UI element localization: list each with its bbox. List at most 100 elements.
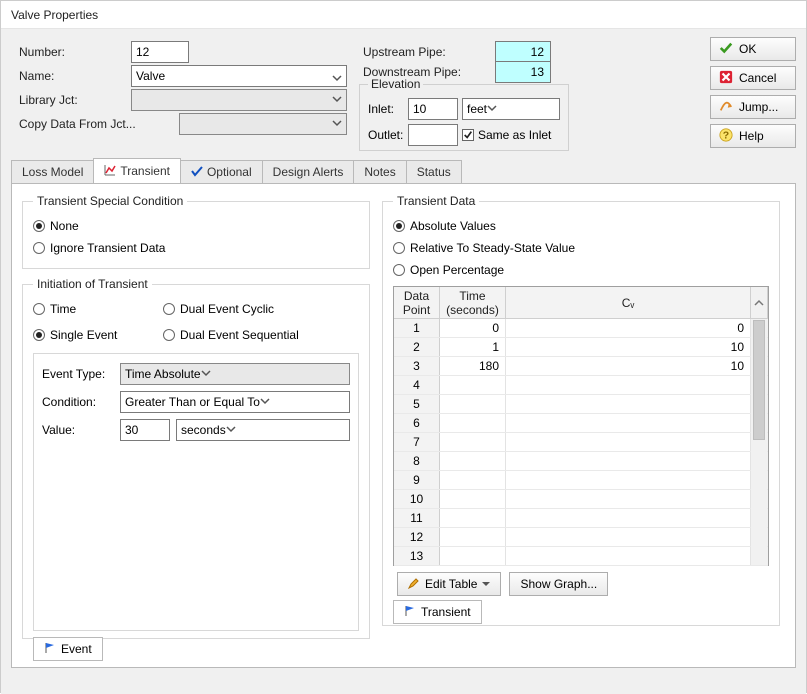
- same-as-inlet-checkbox[interactable]: [462, 129, 474, 141]
- radio-single-event[interactable]: [33, 329, 45, 341]
- scrollbar[interactable]: [751, 320, 767, 564]
- tab-body: Transient Special Condition None Ignore …: [11, 183, 796, 668]
- table-row[interactable]: 13: [394, 547, 768, 566]
- cell-cv[interactable]: 10: [506, 338, 751, 356]
- table-row[interactable]: 6: [394, 414, 768, 433]
- cell-cv[interactable]: [506, 528, 751, 546]
- cell-time[interactable]: 0: [440, 319, 506, 337]
- tab-status[interactable]: Status: [406, 160, 462, 183]
- upstream-pipe-label: Upstream Pipe:: [363, 45, 446, 59]
- inlet-field[interactable]: 10: [408, 98, 458, 120]
- initiation-group: Initiation of Transient Time Dual Event …: [22, 277, 370, 639]
- row-header: 2: [394, 338, 440, 356]
- table-row[interactable]: 9: [394, 471, 768, 490]
- col-time: Time(seconds): [440, 287, 506, 318]
- tab-loss-model[interactable]: Loss Model: [11, 160, 94, 183]
- table-row[interactable]: 10: [394, 490, 768, 509]
- edit-table-button[interactable]: Edit Table: [397, 572, 501, 596]
- table-row[interactable]: 100: [394, 319, 768, 338]
- event-footer-tab[interactable]: Event: [33, 637, 103, 661]
- name-value: Valve: [136, 69, 165, 83]
- cell-time[interactable]: [440, 376, 506, 394]
- help-label: Help: [739, 129, 764, 143]
- chart-icon: [104, 164, 116, 179]
- jump-button[interactable]: Jump...: [710, 95, 796, 119]
- outlet-field[interactable]: [408, 124, 458, 146]
- row-header: 11: [394, 509, 440, 527]
- cell-cv[interactable]: 0: [506, 319, 751, 337]
- event-type-label: Event Type:: [42, 367, 114, 381]
- radio-open-pct[interactable]: [393, 264, 405, 276]
- show-graph-button[interactable]: Show Graph...: [509, 572, 608, 596]
- row-header: 5: [394, 395, 440, 413]
- cell-cv[interactable]: [506, 490, 751, 508]
- cell-time[interactable]: [440, 433, 506, 451]
- table-row[interactable]: 12: [394, 528, 768, 547]
- cell-time[interactable]: [440, 471, 506, 489]
- tab-design-alerts[interactable]: Design Alerts: [262, 160, 355, 183]
- tab-transient[interactable]: Transient: [93, 158, 181, 183]
- transient-footer-tab[interactable]: Transient: [393, 600, 482, 624]
- cell-time[interactable]: [440, 509, 506, 527]
- radio-ignore[interactable]: [33, 242, 45, 254]
- table-row[interactable]: 2110: [394, 338, 768, 357]
- chevron-down-icon: [332, 117, 342, 131]
- cell-time[interactable]: 1: [440, 338, 506, 356]
- cell-time[interactable]: 180: [440, 357, 506, 375]
- cell-cv[interactable]: 10: [506, 357, 751, 375]
- condition-select[interactable]: Greater Than or Equal To: [120, 391, 350, 413]
- radio-dual-seq[interactable]: [163, 329, 175, 341]
- check-icon: [191, 165, 203, 180]
- radio-dual-cyclic[interactable]: [163, 303, 175, 315]
- inlet-unit-select[interactable]: feet: [462, 98, 560, 120]
- cell-time[interactable]: [440, 490, 506, 508]
- radio-absolute[interactable]: [393, 220, 405, 232]
- cell-cv[interactable]: [506, 509, 751, 527]
- table-row[interactable]: 318010: [394, 357, 768, 376]
- cell-cv[interactable]: [506, 547, 751, 565]
- copy-data-label: Copy Data From Jct...: [19, 117, 136, 131]
- table-row[interactable]: 4: [394, 376, 768, 395]
- ok-button[interactable]: OK: [710, 37, 796, 61]
- cell-time[interactable]: [440, 528, 506, 546]
- value-field[interactable]: 30: [120, 419, 170, 441]
- cell-cv[interactable]: [506, 414, 751, 432]
- row-header: 9: [394, 471, 440, 489]
- radio-time[interactable]: [33, 303, 45, 315]
- radio-none[interactable]: [33, 220, 45, 232]
- cell-cv[interactable]: [506, 395, 751, 413]
- help-button[interactable]: ? Help: [710, 124, 796, 148]
- table-row[interactable]: 7: [394, 433, 768, 452]
- cancel-button[interactable]: Cancel: [710, 66, 796, 90]
- cell-cv[interactable]: [506, 452, 751, 470]
- radio-relative[interactable]: [393, 242, 405, 254]
- scrollbar-thumb[interactable]: [753, 320, 765, 440]
- scroll-up-icon[interactable]: [751, 287, 768, 318]
- copy-data-select[interactable]: [179, 113, 347, 135]
- cell-cv[interactable]: [506, 376, 751, 394]
- table-row[interactable]: 8: [394, 452, 768, 471]
- table-row[interactable]: 5: [394, 395, 768, 414]
- cell-cv[interactable]: [506, 471, 751, 489]
- chevron-down-icon: [487, 102, 497, 116]
- number-field[interactable]: 12: [131, 41, 189, 63]
- cell-time[interactable]: [440, 452, 506, 470]
- tab-optional[interactable]: Optional: [180, 160, 263, 183]
- tab-notes[interactable]: Notes: [353, 160, 406, 183]
- cell-time[interactable]: [440, 547, 506, 565]
- name-select[interactable]: Valve: [131, 65, 347, 87]
- table-row[interactable]: 11: [394, 509, 768, 528]
- value-unit-select[interactable]: seconds: [176, 419, 350, 441]
- transient-data-grid[interactable]: DataPoint Time(seconds) Cᵥ 1002110318010…: [393, 286, 769, 566]
- upstream-pipe-field[interactable]: 12: [495, 41, 551, 63]
- chevron-down-icon: [332, 93, 342, 107]
- cell-time[interactable]: [440, 414, 506, 432]
- cell-time[interactable]: [440, 395, 506, 413]
- inlet-unit-value: feet: [467, 102, 487, 116]
- jump-label: Jump...: [739, 100, 778, 114]
- event-type-select[interactable]: Time Absolute: [120, 363, 350, 385]
- jump-icon: [719, 99, 733, 116]
- library-jct-select[interactable]: [131, 89, 347, 111]
- edit-icon: [408, 577, 420, 592]
- cell-cv[interactable]: [506, 433, 751, 451]
